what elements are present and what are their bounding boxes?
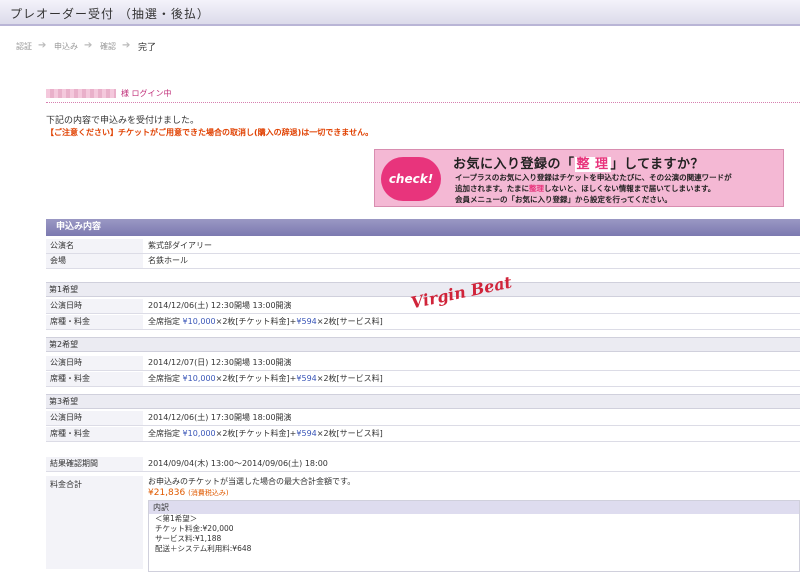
- step-confirm: 確認: [100, 41, 116, 51]
- login-suffix: 様 ログイン中: [121, 89, 172, 98]
- arrow-right-icon: ➔: [38, 40, 47, 51]
- choice-1-seat-row: 席種・料金 全席指定 ¥10,000×2枚[チケット料金]+¥594×2枚[サー…: [46, 315, 800, 330]
- choice-2-date-row: 公演日時 2014/12/07(日) 12:30開場 13:00開演: [46, 356, 800, 371]
- performance-row: 公演名 紫式部ダイアリー: [46, 239, 800, 254]
- favorites-banner[interactable]: check! お気に入り登録の「整 理」してますか？ イープラスのお気に入り登録…: [374, 149, 784, 207]
- choice-3-date-row: 公演日時 2014/12/06(土) 17:30開場 18:00開演: [46, 411, 800, 426]
- arrow-right-icon: ➔: [84, 40, 93, 51]
- choice-2-header: 第2希望: [46, 337, 800, 352]
- performance-name: 紫式部ダイアリー: [148, 241, 212, 250]
- breakdown-box: 内訳 ＜第1希望＞ チケット料金:¥20,000 サービス料:¥1,188 配送…: [148, 500, 800, 572]
- application-details: 申込み内容 公演名 紫式部ダイアリー 会場 名鉄ホール 第1希望 公演日時 20…: [46, 219, 800, 572]
- banner-body: イープラスのお気に入り登録はチケットを申込むたびに、その公演の関連ワードが 追加…: [455, 173, 732, 204]
- confirmation-message: 下記の内容で申込みを受付けました。: [46, 116, 200, 126]
- banner-headline: お気に入り登録の「整 理」してますか？: [453, 157, 705, 172]
- login-status: 様 ログイン中: [46, 88, 800, 103]
- choice-3-header: 第3希望: [46, 394, 800, 409]
- step-auth: 認証: [16, 41, 32, 51]
- step-breadcrumb: 認証 ➔ 申込み ➔ 確認 ➔ 完了: [16, 39, 156, 53]
- choice-2-seat-row: 席種・料金 全席指定 ¥10,000×2枚[チケット料金]+¥594×2枚[サー…: [46, 372, 800, 387]
- panel-title: 申込み内容: [46, 219, 800, 236]
- total-label: 料金合計: [46, 476, 143, 569]
- step-apply: 申込み: [54, 41, 78, 51]
- total-amount: ¥21,836: [148, 488, 186, 498]
- total-value: お申込みのチケットが当選した場合の最大合計金額です。 ¥21,836 (消費税込…: [148, 476, 800, 572]
- page-title: プレオーダー受付 （抽選・後払）: [10, 7, 210, 21]
- result-period-row: 結果確認期間 2014/09/04(木) 13:00～2014/09/06(土)…: [46, 457, 800, 472]
- venue-row: 会場 名鉄ホール: [46, 254, 800, 269]
- venue-name: 名鉄ホール: [148, 256, 188, 265]
- choice-3-seat-row: 席種・料金 全席指定 ¥10,000×2枚[チケット料金]+¥594×2枚[サー…: [46, 427, 800, 442]
- cancellation-warning: 【ご注意ください】チケットがご用意できた場合の取消し(購入の辞退)は一切できませ…: [46, 128, 374, 137]
- title-bar: プレオーダー受付 （抽選・後払）: [0, 0, 800, 26]
- step-complete: 完了: [138, 42, 157, 53]
- arrow-right-icon: ➔: [122, 40, 131, 51]
- check-badge: check!: [381, 157, 441, 201]
- redacted-user-name: [46, 89, 116, 98]
